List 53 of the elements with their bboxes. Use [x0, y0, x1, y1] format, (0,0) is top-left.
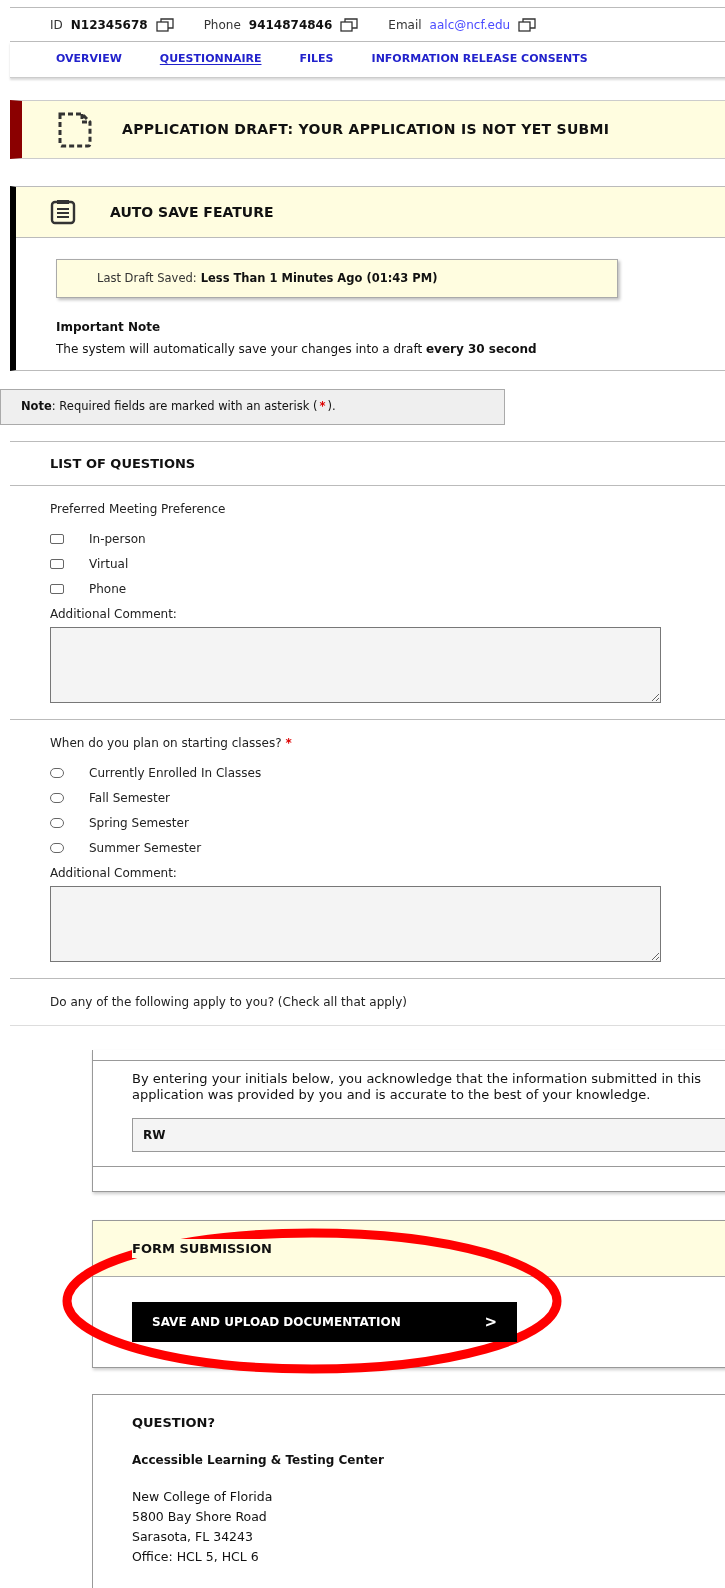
option-label: In-person — [89, 531, 146, 548]
option-label: Spring Semester — [89, 815, 189, 832]
phone-value: 9414874846 — [248, 16, 333, 34]
initials-field[interactable]: RW — [132, 1118, 725, 1152]
address-line: 5800 Bay Shore Road — [132, 1507, 267, 1526]
panel-title: AUTO SAVE FEATURE — [110, 202, 274, 222]
option-label: Fall Semester — [89, 790, 170, 807]
address-line: New College of Florida — [132, 1487, 273, 1506]
panel-title: FORM SUBMISSION — [132, 1238, 272, 1259]
contact-title: QUESTION? — [132, 1414, 216, 1432]
question-prompt: Do any of the following apply to you? (Check all that apply) — [50, 994, 407, 1011]
question-prompt: When do you plan on starting classes? * — [50, 735, 292, 752]
section-heading: LIST OF QUESTIONS — [50, 454, 196, 473]
last-saved-box: Last Draft Saved: Less Than 1 Minutes Ago (01:43 PM) — [56, 259, 618, 298]
email-label: Email — [388, 16, 422, 34]
clipboard-icon — [50, 199, 76, 225]
radio-button[interactable] — [50, 843, 64, 853]
id-value: N12345678 — [70, 16, 148, 34]
address-line: Sarasota, FL 34243 — [132, 1527, 253, 1546]
copy-icon[interactable] — [518, 17, 537, 32]
comment-field[interactable] — [50, 627, 661, 703]
field-label: Additional Comment: — [50, 865, 177, 882]
required-note: Note: Required fields are marked with an asterisk ( * ). — [0, 389, 505, 425]
acknowledgement-text: By entering your initials below, you acknowledge that the information submitted in this application was provided by you and is accurate to the best of your knowledge. — [132, 1071, 703, 1103]
nav-tab[interactable]: QUESTIONNAIRE — [159, 51, 262, 68]
question-prompt: Preferred Meeting Preference — [50, 501, 226, 518]
organization-name: Accessible Learning & Testing Center — [132, 1451, 384, 1469]
radio-button[interactable] — [50, 793, 64, 803]
address-line: Office: HCL 5, HCL 6 — [132, 1547, 259, 1566]
option-label: Phone — [89, 581, 127, 598]
phone-label: Phone — [203, 16, 241, 34]
banner-text: APPLICATION DRAFT: YOUR APPLICATION IS NOT YET SUBMI — [122, 120, 610, 139]
nav-tab[interactable]: FILES — [299, 51, 334, 68]
nav-tab[interactable]: INFORMATION RELEASE CONSENTS — [371, 51, 588, 68]
option-label: Currently Enrolled In Classes — [89, 765, 262, 782]
comment-field[interactable] — [50, 886, 661, 962]
option-label: Virtual — [89, 556, 129, 573]
copy-icon[interactable] — [155, 17, 174, 32]
copy-icon[interactable] — [340, 17, 359, 32]
checkbox[interactable] — [50, 584, 64, 594]
nav-tab[interactable]: OVERVIEW — [56, 51, 122, 68]
document-icon — [56, 110, 94, 149]
id-label: ID — [50, 16, 63, 34]
field-label: Additional Comment: — [50, 606, 177, 623]
note-text: The system will automatically save your changes into a draft every 30 second — [56, 341, 537, 358]
checkbox[interactable] — [50, 534, 64, 544]
note-title: Important Note — [56, 319, 161, 336]
checkbox[interactable] — [50, 559, 64, 569]
email-link[interactable]: aalc@ncf.edu — [429, 15, 511, 34]
option-label: Summer Semester — [89, 840, 202, 857]
radio-button[interactable] — [50, 818, 64, 828]
save-upload-button[interactable]: SAVE AND UPLOAD DOCUMENTATION > — [132, 1302, 517, 1342]
radio-button[interactable] — [50, 768, 64, 778]
